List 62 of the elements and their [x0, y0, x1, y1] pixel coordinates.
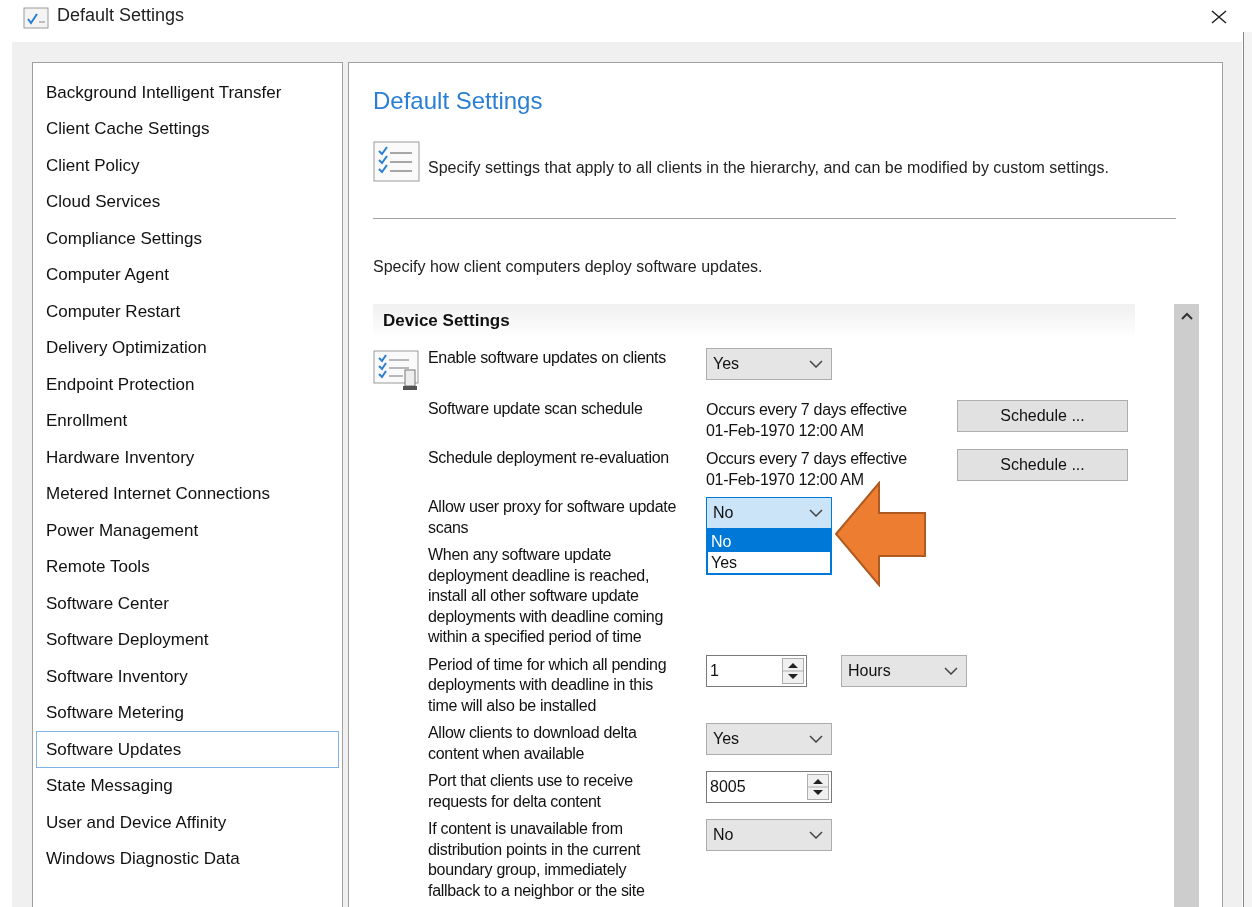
- sidebar-item[interactable]: Endpoint Protection: [36, 366, 339, 403]
- setting-label: Software update scan schedule: [428, 399, 644, 419]
- section-title: Device Settings: [383, 310, 510, 333]
- sidebar-item[interactable]: Software Metering: [36, 694, 339, 731]
- spin-arrows-icon[interactable]: [807, 774, 829, 800]
- dropdown-option[interactable]: Yes: [708, 552, 830, 573]
- sidebar-item[interactable]: Software Updates: [36, 731, 339, 768]
- setting-label: Allow clients to download delta content when available: [428, 723, 638, 764]
- spin-field[interactable]: 1: [706, 654, 807, 687]
- sidebar-item[interactable]: Computer Agent: [36, 256, 339, 293]
- caret-icon: [809, 735, 823, 743]
- spin-field[interactable]: 8005: [706, 771, 832, 803]
- caret-icon: [809, 831, 823, 839]
- sidebar-item[interactable]: Cloud Services: [36, 183, 339, 220]
- setting-label: If content is unavailable from distribution points in the current boundary group, immediately fallback to a neighbor or the site: [428, 819, 646, 901]
- description-text: Specify settings that apply to all clients in the hierarchy, and can be modified by custom settings.: [428, 158, 1109, 178]
- schedule-text: Occurs every 7 days effective 01-Feb-1970 12:00 AM: [706, 449, 908, 490]
- dropdown-option[interactable]: No: [708, 531, 830, 552]
- scrollbar[interactable]: [1174, 304, 1199, 907]
- sidebar-item[interactable]: Client Policy: [36, 147, 339, 184]
- sidebar-item[interactable]: Background Intelligent Transfer: [36, 74, 339, 111]
- dropdown[interactable]: Hours: [841, 654, 967, 687]
- schedule-button[interactable]: Schedule ...: [957, 400, 1128, 432]
- spin-arrows-icon[interactable]: [782, 657, 804, 684]
- sidebar-item[interactable]: Computer Restart: [36, 293, 339, 330]
- sidebar-item[interactable]: Compliance Settings: [36, 220, 339, 257]
- setting-label: When any software update deployment deadline is reached, install all other software update deployments with deadline coming within a specified period of time: [428, 545, 664, 647]
- sidebar-item[interactable]: Power Management: [36, 512, 339, 549]
- sidebar-item[interactable]: User and Device Affinity: [36, 804, 339, 841]
- intro-text: Specify how client computers deploy software updates.: [373, 257, 763, 277]
- checklist-icon: [373, 141, 420, 182]
- sidebar-item[interactable]: Hardware Inventory: [36, 439, 339, 476]
- close-icon[interactable]: [1211, 10, 1227, 24]
- sidebar-item[interactable]: Software Deployment: [36, 621, 339, 658]
- dropdown[interactable]: Yes: [706, 723, 832, 755]
- setting-label: Enable software updates on clients: [428, 348, 667, 368]
- schedule-button[interactable]: Schedule ...: [957, 449, 1128, 481]
- sidebar-item[interactable]: Software Inventory: [36, 658, 339, 695]
- scroll-up-icon[interactable]: [1180, 312, 1193, 320]
- dropdown[interactable]: No: [706, 819, 832, 851]
- sidebar-item[interactable]: Remote Tools: [36, 548, 339, 585]
- sidebar-item[interactable]: Software Center: [36, 585, 339, 622]
- window-title: Default Settings: [57, 4, 185, 27]
- sidebar-item[interactable]: Enrollment: [36, 402, 339, 439]
- setting-label: Period of time for which all pending deployments with deadline in this time will also be installed: [428, 654, 668, 716]
- caret-icon: [809, 360, 823, 368]
- settings-computer-icon: [373, 348, 421, 392]
- setting-label: Port that clients use to receive requests for delta content: [428, 771, 634, 812]
- caret-icon: [809, 509, 823, 517]
- dropdown[interactable]: Yes: [706, 348, 832, 380]
- caret-icon: [944, 666, 958, 675]
- checklist-icon: [23, 7, 49, 29]
- setting-label: Allow user proxy for software update scans: [428, 497, 677, 538]
- sidebar-item[interactable]: Delivery Optimization: [36, 329, 339, 366]
- page-heading: Default Settings: [373, 86, 543, 116]
- sidebar-item[interactable]: State Messaging: [36, 767, 339, 804]
- sidebar-item[interactable]: Metered Internet Connections: [36, 475, 339, 512]
- sidebar-item[interactable]: Client Cache Settings: [36, 110, 339, 147]
- setting-label: Schedule deployment re-evaluation: [428, 448, 670, 468]
- dropdown[interactable]: No: [706, 497, 832, 529]
- schedule-text: Occurs every 7 days effective 01-Feb-1970 12:00 AM: [706, 400, 908, 441]
- sidebar-item[interactable]: Windows Diagnostic Data: [36, 840, 339, 877]
